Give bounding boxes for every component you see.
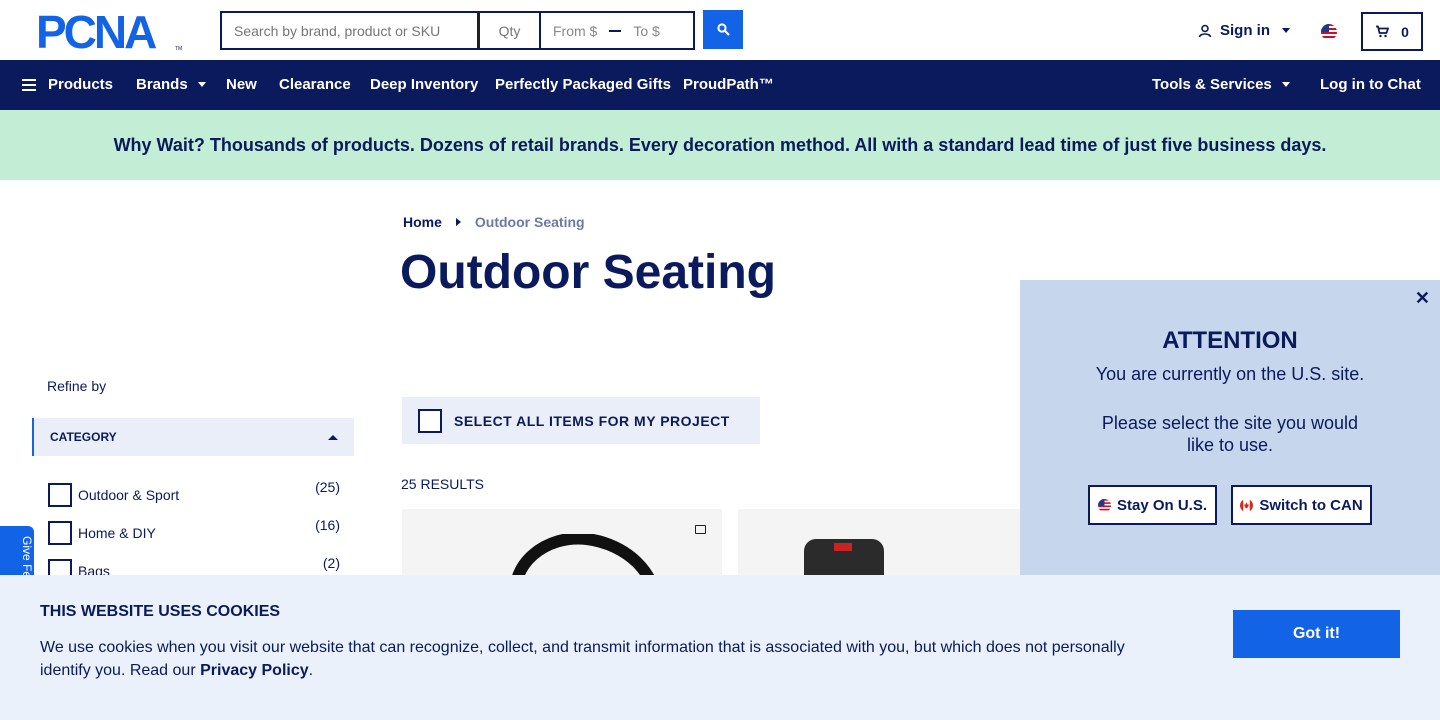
nav-tools-services[interactable]: Tools & Services bbox=[1152, 76, 1290, 93]
menu-icon bbox=[22, 78, 36, 91]
close-icon[interactable]: ✕ bbox=[1415, 288, 1430, 309]
sign-in-menu[interactable]: Sign in bbox=[1198, 22, 1290, 39]
nav-gifts[interactable]: Perfectly Packaged Gifts bbox=[495, 76, 671, 93]
privacy-policy-link[interactable]: Privacy Policy bbox=[200, 662, 309, 679]
search-button[interactable] bbox=[703, 10, 743, 49]
caret-right-icon bbox=[455, 218, 461, 226]
category-label: Home & DIY bbox=[78, 525, 156, 541]
qty-input[interactable] bbox=[478, 11, 540, 50]
cart-icon bbox=[1376, 25, 1390, 38]
folder-icon[interactable] bbox=[695, 525, 706, 534]
nav-clearance[interactable]: Clearance bbox=[279, 76, 351, 93]
search-input[interactable] bbox=[220, 11, 478, 50]
breadcrumb-home[interactable]: Home bbox=[403, 214, 442, 230]
category-option[interactable]: Outdoor & Sport (25) bbox=[48, 479, 340, 507]
cookie-title: THIS WEBSITE USES COOKIES bbox=[40, 603, 281, 620]
checkbox[interactable] bbox=[48, 483, 72, 507]
stay-us-label: Stay On U.S. bbox=[1116, 496, 1208, 514]
promo-banner: Why Wait? Thousands of products. Dozens … bbox=[0, 110, 1440, 180]
stay-us-button[interactable]: Stay On U.S. bbox=[1088, 485, 1217, 525]
cart-button[interactable]: 0 bbox=[1361, 12, 1423, 51]
switch-can-label: Switch to CAN bbox=[1259, 496, 1363, 514]
nav-proudpath[interactable]: ProudPath™ bbox=[683, 76, 774, 93]
popup-prompt: Please select the site you would like to… bbox=[1101, 413, 1359, 455]
us-flag-icon[interactable] bbox=[1321, 24, 1337, 40]
price-to[interactable]: To $ bbox=[633, 23, 659, 39]
main-nav: Products Brands New Clearance Deep Inven… bbox=[0, 60, 1440, 110]
select-all-checkbox[interactable] bbox=[418, 408, 442, 433]
nav-products[interactable]: Products bbox=[22, 76, 113, 93]
category-count: (2) bbox=[322, 555, 340, 571]
sign-in-label[interactable]: Sign in bbox=[1220, 22, 1270, 39]
nav-tools-label: Tools & Services bbox=[1152, 76, 1272, 93]
select-all-button[interactable]: SELECT ALL ITEMS FOR MY PROJECT bbox=[402, 397, 760, 444]
nav-new[interactable]: New bbox=[226, 76, 257, 93]
search-bar: From $ To $ bbox=[220, 11, 695, 50]
category-header-label: CATEGORY bbox=[50, 430, 117, 444]
logo-text: PCNA bbox=[36, 12, 156, 52]
range-dash bbox=[609, 29, 622, 32]
refine-label: Refine by bbox=[47, 378, 107, 394]
region-popup: ✕ ATTENTION You are currently on the U.S… bbox=[1020, 280, 1440, 580]
cart-count: 0 bbox=[1401, 23, 1409, 40]
search-icon bbox=[716, 23, 730, 36]
chevron-up-icon bbox=[328, 435, 338, 440]
nav-brands[interactable]: Brands bbox=[136, 76, 206, 93]
breadcrumb: Home Outdoor Seating bbox=[403, 214, 585, 230]
category-count: (25) bbox=[315, 479, 340, 495]
chevron-down-icon bbox=[1282, 28, 1290, 33]
select-all-label: SELECT ALL ITEMS FOR MY PROJECT bbox=[454, 412, 730, 429]
pcna-logo[interactable]: PCNA TM bbox=[36, 6, 184, 58]
cookie-message: We use cookies when you visit our websit… bbox=[40, 636, 1150, 682]
nav-chat-login[interactable]: Log in to Chat bbox=[1320, 76, 1421, 93]
cookie-period: . bbox=[308, 662, 314, 679]
nav-deep-inventory[interactable]: Deep Inventory bbox=[370, 76, 478, 93]
category-filter-header[interactable]: CATEGORY bbox=[32, 418, 354, 456]
price-range[interactable]: From $ To $ bbox=[540, 11, 695, 50]
page-title: Outdoor Seating bbox=[400, 246, 776, 299]
popup-title: ATTENTION bbox=[1162, 327, 1298, 354]
category-count: (16) bbox=[315, 517, 340, 533]
user-icon bbox=[1198, 24, 1212, 37]
category-label: Outdoor & Sport bbox=[78, 487, 180, 503]
chevron-down-icon bbox=[197, 82, 206, 87]
results-count: 25 RESULTS bbox=[401, 476, 484, 492]
category-option[interactable]: Home & DIY (16) bbox=[48, 517, 340, 545]
price-from[interactable]: From $ bbox=[553, 23, 597, 39]
svg-text:TM: TM bbox=[175, 46, 182, 52]
us-flag-icon bbox=[1097, 498, 1111, 512]
nav-products-label: Products bbox=[48, 76, 114, 93]
promo-text: Why Wait? Thousands of products. Dozens … bbox=[113, 134, 1327, 155]
accept-cookies-button[interactable]: Got it! bbox=[1233, 610, 1400, 658]
canada-flag-icon bbox=[1240, 498, 1254, 512]
chevron-down-icon bbox=[1281, 82, 1290, 87]
popup-message: You are currently on the U.S. site. bbox=[1095, 364, 1365, 384]
switch-can-button[interactable]: Switch to CAN bbox=[1231, 485, 1372, 525]
checkbox[interactable] bbox=[48, 521, 72, 545]
cookie-banner: THIS WEBSITE USES COOKIES We use cookies… bbox=[0, 575, 1440, 720]
site-header: PCNA TM From $ To $ Sign in bbox=[0, 0, 1440, 60]
nav-brands-label: Brands bbox=[136, 76, 188, 93]
breadcrumb-current: Outdoor Seating bbox=[474, 214, 585, 230]
